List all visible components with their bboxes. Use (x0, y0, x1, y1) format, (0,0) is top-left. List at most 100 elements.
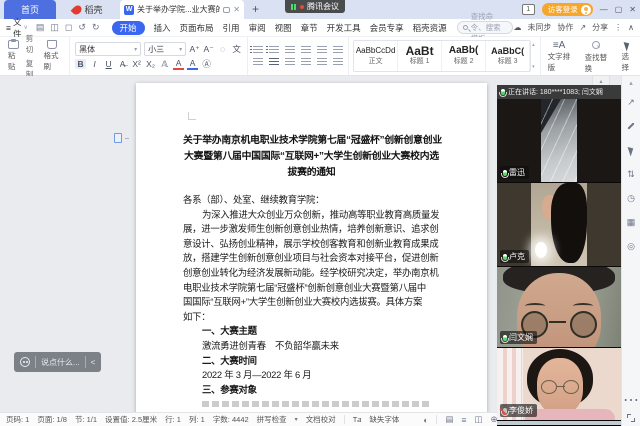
ribbon-tab-developer[interactable]: 开发工具 (327, 22, 361, 34)
font-size-select[interactable]: 小三 ▾ (144, 42, 186, 56)
document-page[interactable]: 关于举办南京机电职业技术学院第七届“冠盛杯”创新创意创业 大赛暨第八届中国国际“… (136, 83, 487, 412)
guest-login-button[interactable]: 访客登录 (542, 3, 593, 16)
find-replace-button[interactable]: 查找替换 (582, 40, 611, 72)
minimize-button[interactable]: — (600, 5, 608, 14)
missing-font-label[interactable]: 缺失字体 (369, 414, 399, 425)
font-name-select[interactable]: 黑体 ▾ (75, 42, 141, 56)
highlight-color-button[interactable]: A (173, 58, 184, 70)
grow-font-button[interactable]: A⁺ (189, 44, 200, 55)
ribbon-tab-docer[interactable]: 稻壳资源 (413, 22, 447, 34)
close-button[interactable]: ✕ (629, 5, 636, 14)
outdent-icon[interactable] (285, 46, 295, 54)
page-view-icon[interactable]: ▤ (445, 414, 453, 425)
image-tool-icon[interactable]: ▦ (627, 210, 636, 234)
shrink-font-button[interactable]: A⁻ (203, 44, 214, 55)
ribbon-tab-section[interactable]: 章节 (301, 22, 318, 34)
expand-icon[interactable] (627, 414, 635, 422)
read-mode-icon[interactable]: ◫ (474, 414, 482, 425)
sort-icon[interactable] (333, 46, 343, 54)
clear-format-button[interactable]: ◌ (217, 44, 228, 54)
meeting-title-overlay[interactable]: 腾讯会议 (285, 0, 345, 13)
spell-check-button[interactable]: 拼写检查 (257, 414, 287, 425)
file-menu[interactable]: ≡ 文件 ∨ (6, 16, 28, 40)
chat-placeholder[interactable]: 说点什么... (41, 357, 80, 368)
subscript-button[interactable]: X₂ (145, 59, 156, 69)
select-button[interactable]: 选择 (619, 40, 636, 72)
strikethrough-button[interactable]: A̶ (117, 59, 128, 69)
align-left-icon[interactable] (253, 58, 263, 66)
align-right-icon[interactable] (285, 58, 295, 66)
ribbon-tab-view[interactable]: 视图 (275, 22, 292, 34)
bullets-icon[interactable] (253, 46, 263, 54)
ribbon-tab-insert[interactable]: 插入 (154, 22, 171, 34)
status-word-count[interactable]: 字数: 4442 (213, 414, 249, 425)
paragraph-mark-icon[interactable] (317, 46, 327, 54)
outline-view-icon[interactable]: ≡ (462, 415, 467, 425)
print-preview-icon[interactable]: ◻ (65, 22, 72, 33)
ribbon-tab-review[interactable]: 审阅 (249, 22, 266, 34)
margin-doc-icon[interactable] (114, 133, 122, 143)
window-switch-button[interactable]: 1 (522, 4, 535, 15)
participant-video[interactable]: 李俊娇 (497, 348, 621, 421)
collaborate-button[interactable]: 协作 (557, 22, 573, 33)
ribbon-tab-references[interactable]: 引用 (223, 22, 240, 34)
bold-button[interactable]: B (75, 59, 86, 69)
pen-tool-icon[interactable] (627, 114, 635, 138)
phonetic-guide-button[interactable]: 文 (231, 43, 242, 55)
format-painter-button[interactable]: 格式刷 (41, 40, 65, 72)
ribbon-tab-layout[interactable]: 页面布局 (180, 22, 214, 34)
indent-icon[interactable] (301, 46, 311, 54)
ribbon-tab-member[interactable]: 会员专享 (370, 22, 404, 34)
eye-protect-icon[interactable]: ◐ (423, 415, 428, 425)
justify-icon[interactable] (301, 58, 311, 66)
cut-button[interactable]: 剪切 (26, 33, 38, 55)
char-border-button[interactable]: Ⓐ (201, 58, 212, 70)
distribute-icon[interactable] (317, 58, 327, 66)
save-icon[interactable]: ▤ (36, 22, 45, 33)
tab-document[interactable]: W 关于举办学院...业大赛的通知 ✕ (120, 0, 244, 19)
share-tool-icon[interactable]: ↗ (627, 90, 635, 114)
pin-tool-icon[interactable]: ◎ (627, 234, 635, 258)
undo-icon[interactable]: ↺ (78, 22, 86, 33)
underline-button[interactable]: U (103, 59, 114, 69)
style-heading1[interactable]: AaBt 标题 1 (398, 41, 442, 71)
font-color-button[interactable]: A (187, 58, 198, 70)
meeting-chat-pill[interactable]: 说点什么... < (14, 352, 101, 372)
print-icon[interactable]: ◫ (50, 22, 59, 33)
tab-close-icon[interactable]: ✕ (233, 5, 240, 14)
participant-video-sliver[interactable] (497, 421, 621, 425)
redo-icon[interactable]: ↻ (92, 22, 100, 33)
new-tab-button[interactable]: + (252, 0, 259, 19)
styles-scroll-down-icon[interactable]: ▾ (532, 64, 535, 70)
numbering-icon[interactable] (269, 46, 279, 54)
more-menu-icon[interactable]: ⋮ (614, 23, 622, 32)
superscript-button[interactable]: X² (131, 59, 142, 69)
line-spacing-icon[interactable] (333, 58, 343, 66)
sync-status[interactable]: 未同步 (527, 22, 551, 33)
collapse-pill-icon[interactable]: < (91, 358, 96, 367)
restore-button[interactable]: ▢ (615, 5, 623, 14)
collapse-ribbon-icon[interactable]: ∧ (628, 23, 634, 32)
styles-scroll-up-icon[interactable]: ▴ (532, 42, 535, 48)
align-center-icon[interactable] (269, 58, 279, 66)
text-effects-button[interactable]: 𝔸 (159, 59, 170, 70)
participant-video[interactable]: 雷迅 (497, 99, 621, 183)
italic-button[interactable]: I (89, 59, 100, 69)
proofread-button[interactable]: 文档校对 (306, 414, 336, 425)
style-heading2[interactable]: AaBb( 标题 2 (442, 41, 486, 71)
comment-bubble-icon[interactable] (223, 7, 230, 13)
paste-button[interactable]: 粘贴 (5, 40, 23, 72)
clock-tool-icon[interactable]: ◷ (627, 186, 635, 210)
cursor-tool-icon[interactable] (629, 138, 634, 162)
tab-docer[interactable]: 稻壳 (56, 0, 120, 19)
share-button[interactable]: 分享 (592, 22, 608, 33)
participant-video[interactable]: 闫文娴 (497, 267, 621, 348)
ribbon-tab-home[interactable]: 开始 (112, 21, 145, 35)
more-tools-icon[interactable]: ⋯ (623, 390, 639, 410)
style-heading3[interactable]: AaBbC( 标题 3 (486, 41, 530, 71)
text-layout-button[interactable]: ≡A 文字排版 (545, 40, 574, 72)
tune-tool-icon[interactable]: ⇅ (627, 162, 635, 186)
participant-video[interactable]: 卢克 (497, 183, 621, 267)
search-input[interactable]: 查找命令、搜索模板 (457, 21, 514, 34)
style-normal[interactable]: AaBbCcDd 正文 (354, 41, 398, 71)
